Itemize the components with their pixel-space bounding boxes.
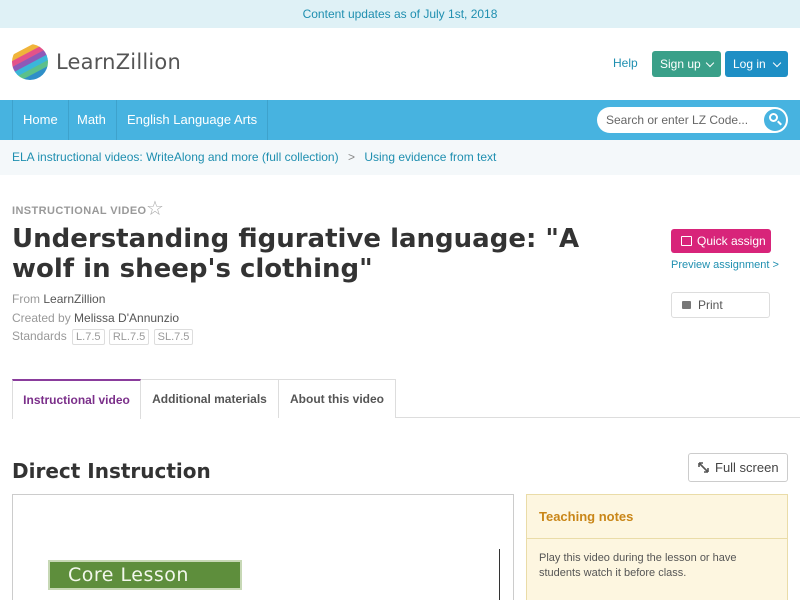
printer-icon [682,301,691,309]
logo[interactable]: LearnZillion [12,44,181,80]
from-line: From LearnZillion [12,292,105,306]
learnzillion-logo-icon [12,44,48,80]
preview-assignment-link[interactable]: Preview assignment > [671,259,779,271]
from-label: From [12,292,40,306]
standard-badge[interactable]: L.7.5 [72,329,105,345]
created-by-value: Melissa D'Annunzio [74,311,180,325]
content-tabs: Instructional video Additional materials… [12,379,800,419]
tab-about-this-video[interactable]: About this video [279,379,396,418]
search-placeholder: Search or enter LZ Code... [606,113,749,127]
breadcrumb-item-evidence[interactable]: Using evidence from text [364,150,496,164]
page-title: Understanding figurative language: "A wo… [12,224,580,284]
logo-text: LearnZillion [56,50,181,74]
standard-badge[interactable]: SL.7.5 [153,329,194,345]
chevron-down-icon [772,58,782,68]
quick-assign-button[interactable]: Quick assign [671,229,771,253]
tab-additional-materials[interactable]: Additional materials [141,379,279,418]
standard-badge[interactable]: RL.7.5 [108,329,150,345]
full-screen-button[interactable]: Full screen [688,453,788,482]
main-nav: Home Math English Language Arts Search o… [0,100,800,140]
log-in-button[interactable]: Log in [725,51,788,77]
tab-instructional-video[interactable]: Instructional video [12,379,141,419]
full-screen-label: Full screen [715,460,779,475]
section-title: Direct Instruction [12,459,211,483]
quick-assign-label: Quick assign [697,234,766,248]
sign-up-button[interactable]: Sign up [652,51,721,77]
expand-icon [698,462,709,473]
chevron-down-icon [705,58,715,68]
print-button[interactable]: Print [671,292,770,318]
created-by-label: Created by [12,311,71,325]
created-by-line: Created by Melissa D'Annunzio [12,311,179,325]
help-link[interactable]: Help [613,56,638,70]
content-update-banner: Content updates as of July 1st, 2018 [0,0,800,28]
video-player[interactable]: Core Lesson [12,494,514,600]
top-header: LearnZillion Help Sign up Log in [0,28,800,100]
content-type-label: INSTRUCTIONAL VIDEO [12,205,147,217]
search-icon[interactable] [764,109,786,131]
nav-item-english-language-arts[interactable]: English Language Arts [117,100,269,140]
sign-up-label: Sign up [660,57,701,71]
star-icon[interactable]: ☆ [146,199,164,219]
slide-divider [499,549,500,600]
teaching-notes-body: Play this video during the lesson or hav… [539,552,737,579]
standards-label: Standards [12,329,67,343]
search-input[interactable]: Search or enter LZ Code... [597,107,788,133]
breadcrumb-separator: > [347,150,355,164]
nav-item-math[interactable]: Math [67,100,117,140]
core-lesson-slide-label: Core Lesson [48,560,242,590]
teaching-notes-panel: Teaching notes Play this video during th… [526,494,788,600]
breadcrumb-item-collection[interactable]: ELA instructional videos: WriteAlong and… [12,150,339,164]
teaching-notes-title: Teaching notes [527,495,787,539]
from-value: LearnZillion [43,292,106,306]
nav-item-home[interactable]: Home [12,100,69,140]
breadcrumb: ELA instructional videos: WriteAlong and… [0,140,800,175]
standards-line: Standards L.7.5 RL.7.5 SL.7.5 [12,329,194,345]
log-in-label: Log in [733,57,766,71]
print-label: Print [698,298,723,312]
share-icon [681,236,692,246]
